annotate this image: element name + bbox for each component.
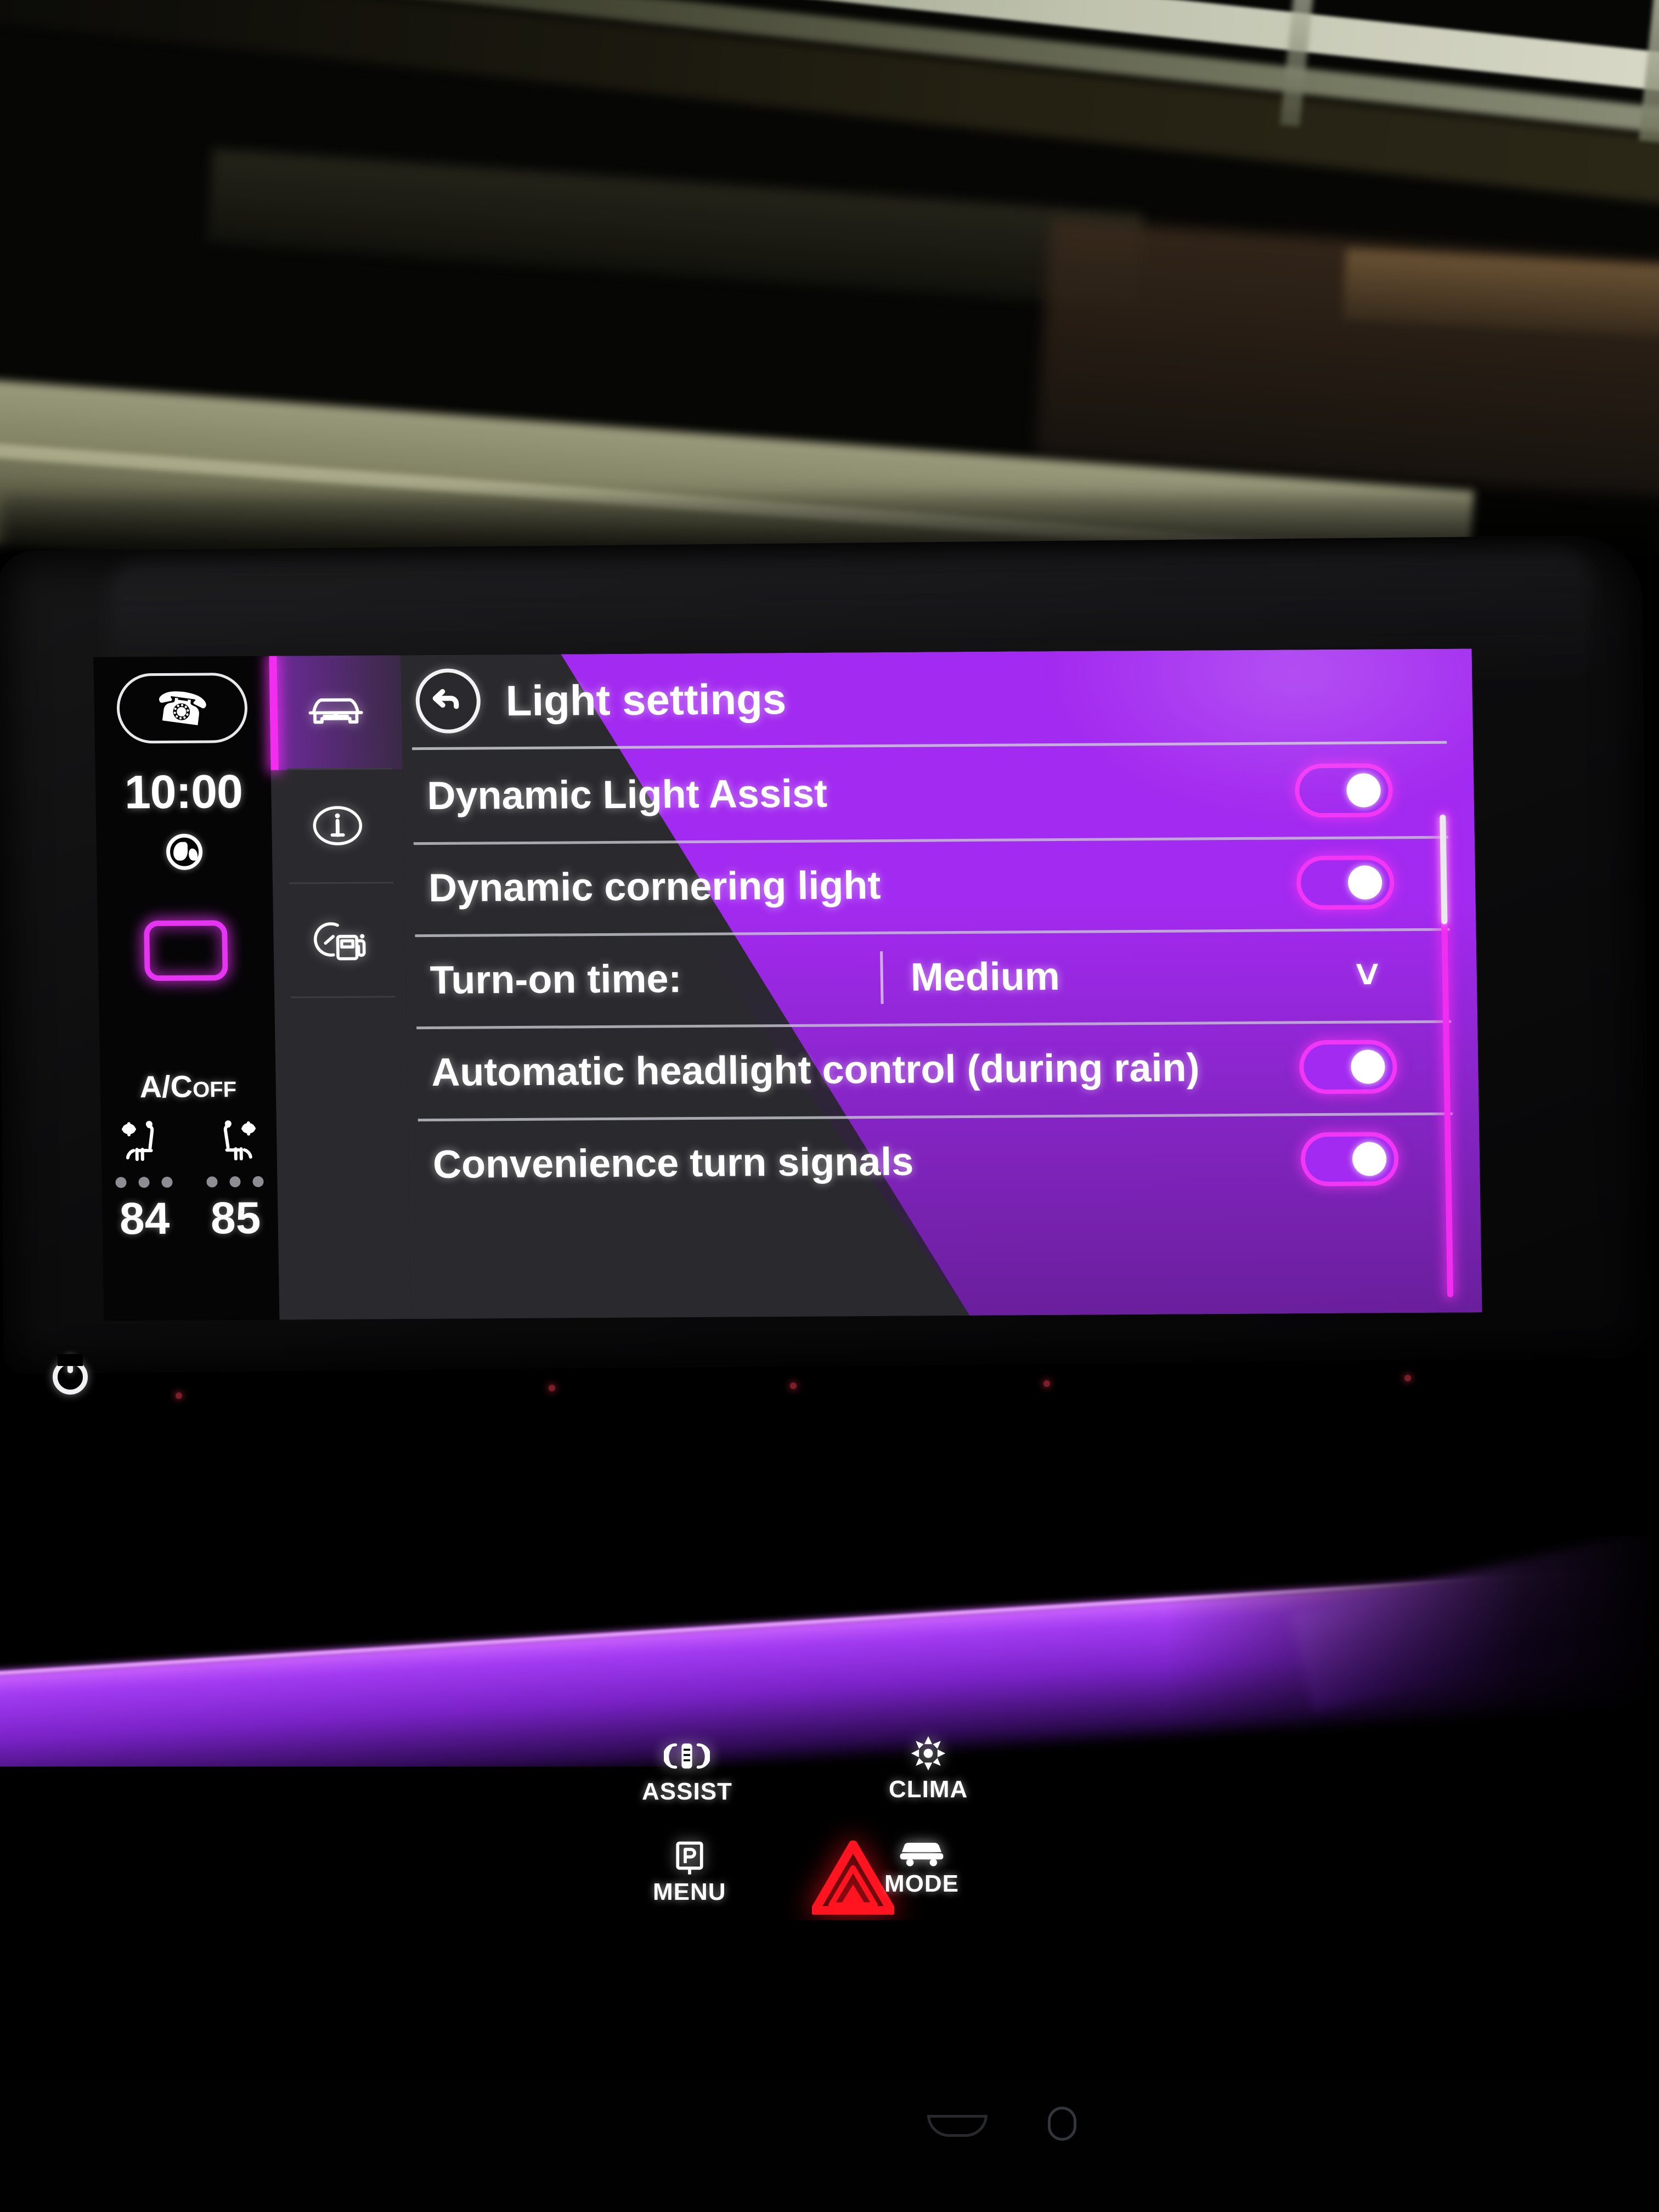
seat-level-dots: [206, 1176, 264, 1188]
phone-button[interactable]: ☎: [116, 673, 248, 744]
row-label: Automatic headlight control (during rain…: [431, 1046, 1200, 1094]
table-row[interactable]: Turn-on time: Medium ˅: [405, 928, 1477, 1026]
clima-label: CLIMA: [889, 1776, 968, 1803]
mode-label: MODE: [884, 1870, 959, 1897]
table-row[interactable]: Dynamic cornering light: [404, 836, 1476, 934]
ac-status[interactable]: A/COFF: [139, 1068, 236, 1104]
ac-status-suffix: OFF: [192, 1077, 237, 1102]
windshield-reflection: [0, 0, 1659, 554]
console-led: [176, 1392, 182, 1399]
park-menu-label: MENU: [653, 1878, 726, 1905]
row-label: Convenience turn signals: [432, 1139, 914, 1187]
back-button[interactable]: [415, 668, 481, 734]
panel-header: Light settings: [400, 648, 1473, 747]
console-trim-shape: [1048, 2107, 1076, 2141]
sidebar-item-consumption[interactable]: [273, 883, 406, 998]
car-front-icon: [307, 692, 365, 733]
photo-of-car-infotainment: ☎ 10:00 A/COFF 84 85 Light settings Dyna…: [0, 0, 1659, 2212]
seat-climate-group: 84 85: [115, 1118, 265, 1245]
table-row[interactable]: Automatic headlight control (during rain…: [407, 1020, 1479, 1119]
passenger-temperature[interactable]: 85: [210, 1193, 261, 1245]
settings-list: Dynamic Light Assist Dynamic cornering l…: [402, 743, 1482, 1319]
toggle-convenience-turn-signals[interactable]: [1300, 1132, 1399, 1187]
driver-seat-climate[interactable]: 84: [115, 1119, 174, 1245]
infotainment-screen[interactable]: ☎ 10:00 A/COFF 84 85 Light settings Dyna…: [93, 648, 1482, 1321]
driver-temperature[interactable]: 84: [119, 1193, 170, 1245]
console-led: [549, 1385, 555, 1391]
assist-button[interactable]: ASSIST: [642, 1738, 732, 1805]
sidebar-item-info[interactable]: [271, 769, 404, 884]
ac-status-prefix: A/C: [139, 1069, 193, 1104]
lower-console-shadow: [0, 1920, 1659, 2212]
info-circle-icon: [310, 803, 365, 850]
seat-ventilation-icon: [208, 1118, 262, 1171]
seat-level-dots: [115, 1176, 173, 1188]
car-side-icon: [898, 1838, 946, 1870]
hazard-button[interactable]: [810, 1840, 896, 1917]
passenger-seat-climate[interactable]: 85: [206, 1118, 265, 1245]
assist-icon: [663, 1738, 711, 1778]
page-title: Light settings: [505, 674, 787, 725]
chevron-down-icon[interactable]: ˅: [1355, 951, 1380, 997]
console-led: [1404, 1375, 1411, 1381]
value-divider: [880, 951, 884, 1004]
seat-ventilation-icon: [117, 1119, 171, 1172]
category-nav: [269, 655, 411, 1320]
table-row[interactable]: Dynamic Light Assist: [402, 743, 1475, 842]
status-sidebar: ☎ 10:00 A/COFF 84 85: [93, 656, 280, 1321]
fan-snowflake-icon: [909, 1734, 948, 1776]
fuel-gauge-icon: [308, 917, 370, 965]
phone-handset-icon: ☎: [153, 680, 212, 736]
row-label: Dynamic cornering light: [428, 863, 881, 911]
park-p-icon: [673, 1841, 707, 1878]
hardware-button-pad: ASSIST CLIMA MENU MODE: [631, 1728, 1070, 1926]
row-label: Dynamic Light Assist: [426, 771, 828, 819]
settings-panel: Light settings Dynamic Light Assist Dyna…: [400, 648, 1482, 1319]
row-label: Turn-on time:: [430, 957, 682, 1002]
back-arrow-icon: [432, 689, 459, 709]
console-led: [1043, 1380, 1050, 1387]
toggle-automatic-headlight-control[interactable]: [1299, 1040, 1398, 1094]
mode-button[interactable]: MODE: [884, 1838, 959, 1898]
console-led: [790, 1383, 797, 1389]
clima-button[interactable]: CLIMA: [889, 1734, 968, 1803]
assist-label: ASSIST: [642, 1778, 732, 1805]
park-menu-button[interactable]: MENU: [653, 1841, 726, 1906]
toggle-dynamic-light-assist[interactable]: [1294, 763, 1393, 818]
toggle-dynamic-cornering-light[interactable]: [1296, 855, 1395, 910]
globe-icon[interactable]: [166, 833, 203, 870]
clock: 10:00: [124, 765, 243, 819]
hazard-triangle-icon: [810, 1840, 896, 1917]
ambient-light-swatch[interactable]: [144, 920, 228, 981]
table-row[interactable]: Convenience turn signals: [408, 1112, 1481, 1211]
sidebar-item-vehicle[interactable]: [269, 655, 403, 770]
dropdown-value-turn-on-time[interactable]: Medium: [910, 954, 1060, 1000]
